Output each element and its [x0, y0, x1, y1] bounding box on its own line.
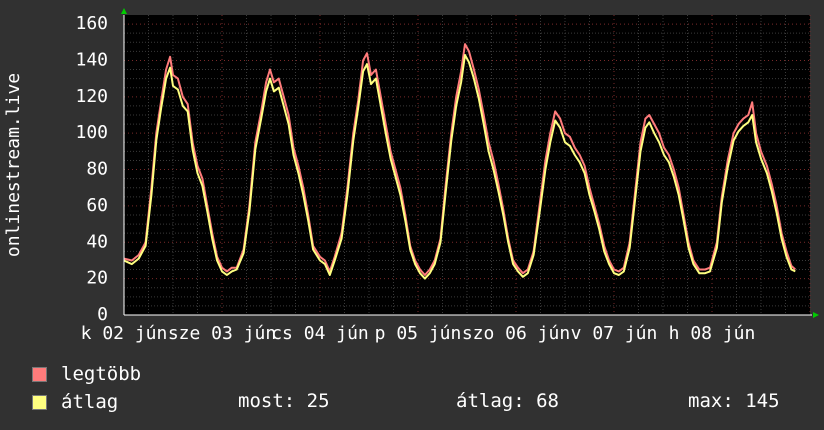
legend-swatch-max: [32, 366, 47, 382]
legend-label-avg: átlag: [61, 391, 119, 413]
chart: 0 20 40 60 80 100 120 140 160 k 02 jún sze 03 jún…: [3, 8, 819, 344]
legend-item-avg: átlag: [32, 391, 118, 413]
x-tick-label: cs 04 jún: [271, 323, 369, 344]
y-tick-label: 20: [86, 268, 108, 289]
x-axis-arrow-icon: [813, 312, 819, 318]
x-tick-label: v 07 jún: [571, 323, 658, 344]
y-tick-label: 0: [97, 304, 108, 325]
stat-maximum: max: 145: [688, 390, 780, 412]
x-tick-label: k 02 jún: [81, 323, 168, 344]
y-axis-ticks: 0 20 40 60 80 100 120 140 160: [75, 13, 108, 325]
y-axis-arrow-icon: [121, 8, 127, 14]
y-tick-label: 80: [86, 159, 108, 180]
legend-swatch-avg: [32, 394, 47, 410]
y-tick-label: 40: [86, 231, 108, 252]
stat-average: átlag: 68: [456, 390, 559, 412]
x-axis-ticks: k 02 jún sze 03 júncs 04 jún p 05 jún szo 0…: [81, 323, 756, 344]
y-axis-label: onlinestream.live: [3, 73, 24, 257]
x-tick-label: szo 06 jún: [462, 323, 570, 344]
x-tick-label: p 05 jún: [375, 323, 462, 344]
y-tick-label: 60: [86, 195, 108, 216]
y-tick-label: 140: [75, 49, 108, 70]
x-tick-label: h 08 jún: [669, 323, 756, 344]
y-tick-label: 160: [75, 13, 108, 34]
legend-item-max: legtöbb: [32, 363, 141, 385]
y-tick-label: 100: [75, 122, 108, 143]
y-tick-label: 120: [75, 86, 108, 107]
stat-current: most: 25: [238, 390, 330, 412]
x-tick-label: sze 03 jún: [168, 323, 276, 344]
legend-label-max: legtöbb: [61, 363, 142, 385]
